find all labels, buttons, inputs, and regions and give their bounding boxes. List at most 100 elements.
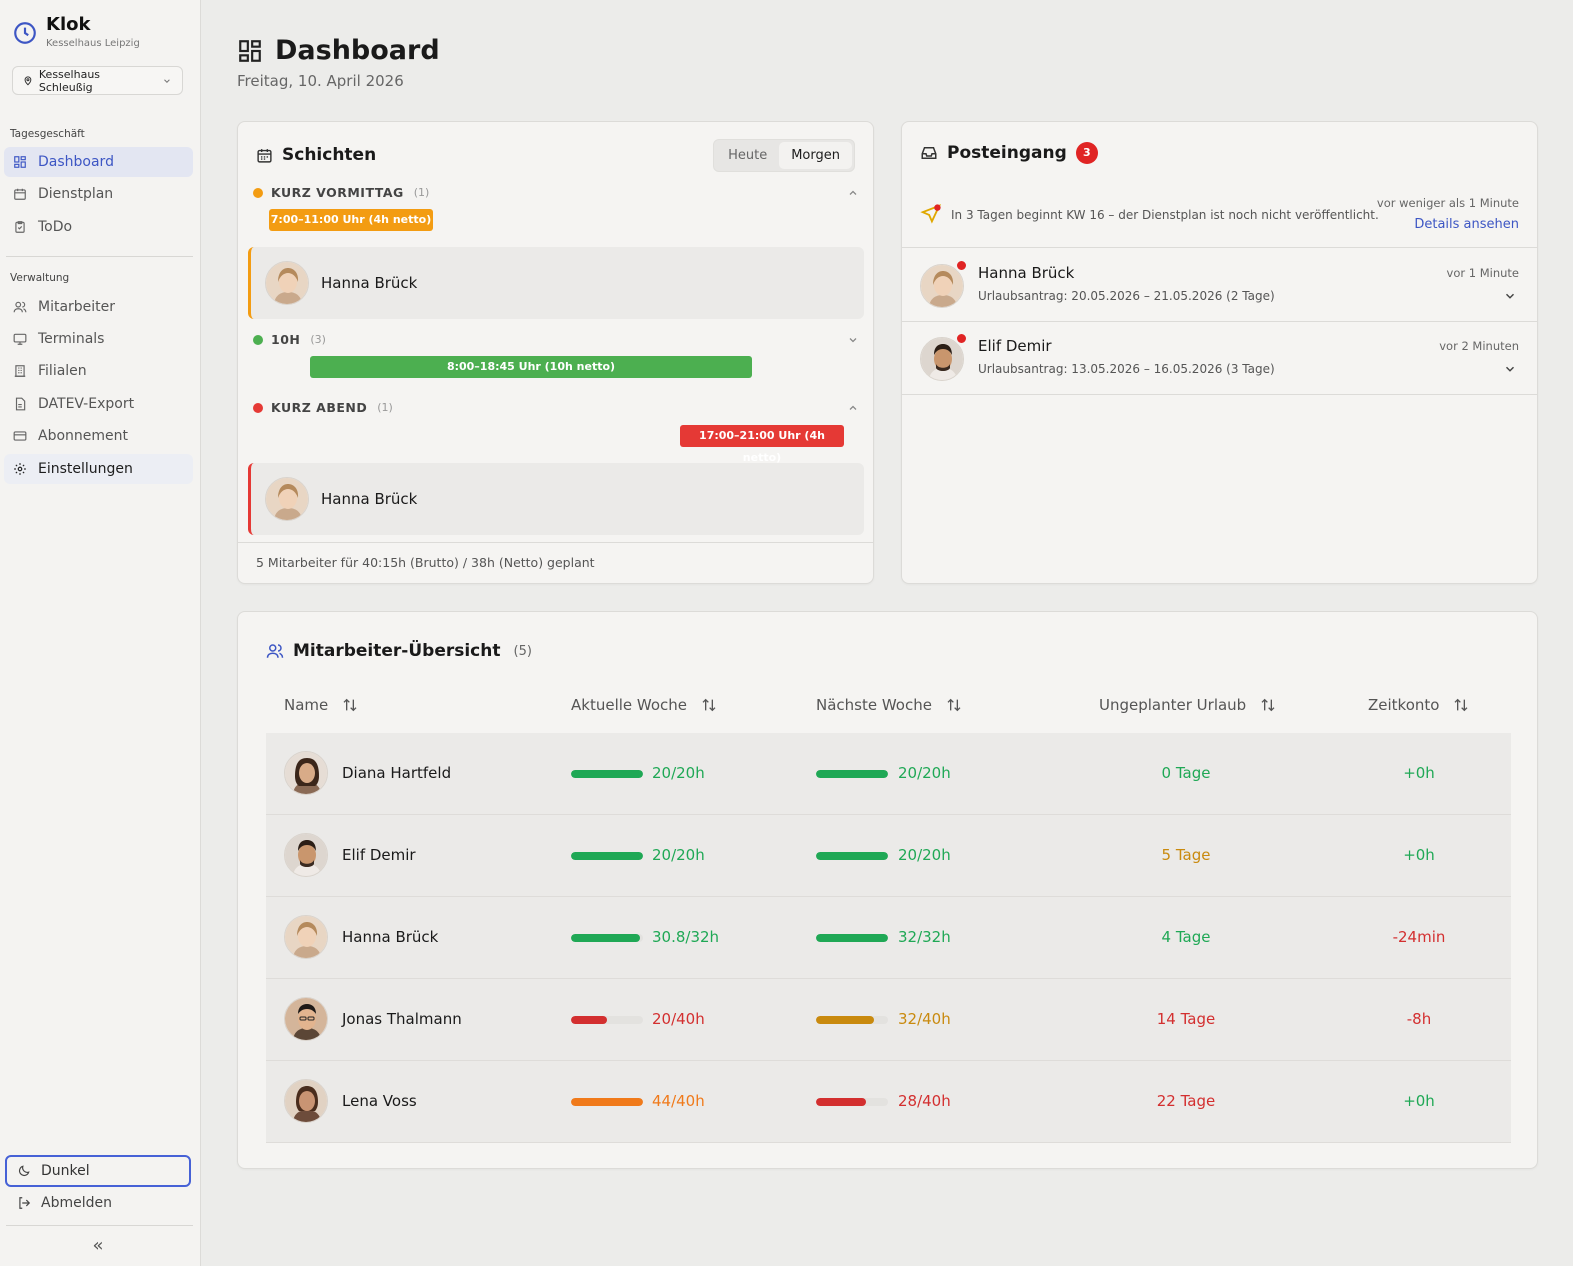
shift-group-count: (3) [310, 333, 326, 346]
dark-mode-button[interactable]: Dunkel [5, 1155, 191, 1187]
sidebar-item-terminals[interactable]: Terminals [4, 324, 193, 354]
sort-icon [702, 698, 716, 712]
unplanned-vacation: 5 Tage [1161, 846, 1211, 864]
branch-select[interactable]: Kesselhaus Schleußig [12, 66, 183, 95]
shift-color-dot [253, 334, 263, 345]
column-header-next-week[interactable]: Nächste Woche [816, 696, 962, 714]
column-header-name[interactable]: Name [284, 696, 358, 714]
employee-name: Diana Hartfeld [342, 764, 452, 782]
shift-group-header[interactable]: KURZ VORMITTAG (1) [253, 185, 859, 200]
shift-color-dot [253, 402, 263, 413]
overview-title: Mitarbeiter-Übersicht (5) [266, 641, 532, 661]
next-week-progress-bar [816, 852, 888, 860]
shift-group-count: (1) [413, 186, 430, 199]
details-link[interactable]: Details ansehen [1414, 217, 1519, 232]
avatar [265, 261, 309, 305]
next-week-hours: 32/32h [898, 928, 951, 946]
sidebar-item-mitarbeiter[interactable]: Mitarbeiter [4, 292, 193, 322]
shift-group-header[interactable]: KURZ ABEND (1) [253, 400, 859, 415]
avatar [284, 915, 328, 959]
sidebar-item-abonnement[interactable]: Abonnement [4, 421, 193, 451]
sidebar-item-label: ToDo [38, 219, 73, 235]
inbox-message[interactable]: Hanna Brück Urlaubsantrag: 20.05.2026 – … [902, 249, 1537, 322]
shift-color-dot [253, 187, 263, 198]
avatar [284, 751, 328, 795]
chevron-down-icon [849, 337, 857, 342]
message-time: vor 2 Minuten [1439, 339, 1519, 353]
inbox-message[interactable]: Elif Demir Urlaubsantrag: 13.05.2026 – 1… [902, 322, 1537, 395]
system-message[interactable]: In 3 Tagen beginnt KW 16 – der Dienstpla… [902, 185, 1537, 248]
system-message-text: In 3 Tagen beginnt KW 16 – der Dienstpla… [951, 208, 1379, 222]
time-account: -24min [1392, 928, 1446, 946]
column-header-time-account[interactable]: Zeitkonto [1368, 696, 1469, 714]
chevron-down-icon[interactable] [1503, 362, 1517, 376]
page-title-text: Dashboard [275, 35, 440, 66]
inbox-card: Posteingang 3 In 3 Tagen beginnt KW 16 –… [901, 121, 1538, 584]
next-week-progress-bar [816, 1098, 888, 1106]
current-week-progress-bar [571, 934, 643, 942]
chevron-down-icon[interactable] [1503, 289, 1517, 303]
file-export-icon [12, 396, 28, 412]
tab-morgen[interactable]: Morgen [779, 142, 852, 169]
employee-name: Jonas Thalmann [342, 1010, 462, 1028]
shift-group-header[interactable]: 10H (3) [253, 332, 859, 347]
sidebar-item-todo[interactable]: ToDo [4, 212, 193, 242]
sidebar-item-label: Mitarbeiter [38, 299, 116, 315]
sidebar: Klok Kesselhaus Leipzig Kesselhaus Schle… [0, 0, 201, 1266]
dashboard-icon [12, 154, 28, 170]
avatar [284, 997, 328, 1041]
sender-name: Hanna Brück [978, 264, 1075, 282]
progress-fill [816, 1016, 874, 1024]
sidebar-item-einstellungen[interactable]: Einstellungen [4, 454, 193, 484]
table-row[interactable]: Lena Voss 44/40h 28/40h 22 Tage +0h [266, 1061, 1511, 1143]
users-icon [12, 299, 28, 315]
sidebar-item-dashboard[interactable]: Dashboard [4, 147, 193, 177]
current-week-progress-bar [571, 1016, 643, 1024]
send-alert-icon [920, 204, 942, 224]
sidebar-item-datev-export[interactable]: DATEV-Export [4, 389, 193, 419]
shift-employee-row[interactable]: Hanna Brück [248, 247, 864, 319]
column-header-current-week[interactable]: Aktuelle Woche [571, 696, 717, 714]
progress-fill [816, 770, 888, 778]
column-label: Zeitkonto [1368, 696, 1440, 714]
tab-heute[interactable]: Heute [716, 142, 779, 169]
table-row[interactable]: Jonas Thalmann 20/40h 32/40h 14 Tage -8h [266, 979, 1511, 1061]
table-row[interactable]: Diana Hartfeld 20/20h 20/20h 0 Tage +0h [266, 733, 1511, 815]
table-row[interactable]: Hanna Brück 30.8/32h 32/32h 4 Tage -24min [266, 897, 1511, 979]
message-time: vor 1 Minute [1446, 266, 1519, 280]
building-icon [12, 363, 28, 379]
app-name: Klok [46, 14, 91, 35]
chevron-down-icon [164, 78, 170, 83]
shift-employee-row[interactable]: Hanna Brück [248, 463, 864, 535]
unread-dot [955, 332, 968, 345]
unread-count-badge: 3 [1075, 142, 1098, 164]
avatar [284, 833, 328, 877]
shift-group-count: (1) [377, 401, 393, 414]
inbox-title-text: Posteingang [947, 143, 1067, 163]
table-row[interactable]: Elif Demir 20/20h 20/20h 5 Tage +0h [266, 815, 1511, 897]
logout-button[interactable]: Abmelden [5, 1189, 191, 1217]
column-header-vacation[interactable]: Ungeplanter Urlaub [1099, 696, 1276, 714]
sidebar-item-label: Dienstplan [38, 186, 114, 202]
employee-overview-card: Mitarbeiter-Übersicht (5) Name Aktuelle … [237, 611, 1538, 1169]
employee-name: Hanna Brück [342, 928, 439, 946]
dark-mode-label: Dunkel [41, 1163, 90, 1179]
system-message-time: vor weniger als 1 Minute [1376, 196, 1519, 210]
sidebar-item-filialen[interactable]: Filialen [4, 356, 193, 386]
page-header: Dashboard [237, 35, 440, 66]
sidebar-item-dienstplan[interactable]: Dienstplan [4, 179, 193, 209]
message-text: Urlaubsantrag: 13.05.2026 – 16.05.2026 (… [978, 362, 1275, 376]
page-title: Dashboard [237, 35, 440, 66]
shifts-summary: 5 Mitarbeiter für 40:15h (Brutto) / 38h … [238, 542, 873, 583]
collapse-sidebar-button[interactable]: « [89, 1236, 107, 1256]
branch-select-value: Kesselhaus Schleußig [38, 67, 101, 94]
sidebar-item-label: Terminals [38, 331, 105, 347]
progress-fill [571, 770, 643, 778]
chevron-up-icon [849, 405, 857, 410]
shifts-title: Schichten [256, 145, 376, 165]
chevron-up-icon [849, 190, 857, 195]
employee-name: Hanna Brück [321, 490, 418, 508]
unplanned-vacation: 14 Tage [1156, 1010, 1216, 1028]
time-account: +0h [1403, 846, 1435, 864]
unread-dot [955, 259, 968, 272]
